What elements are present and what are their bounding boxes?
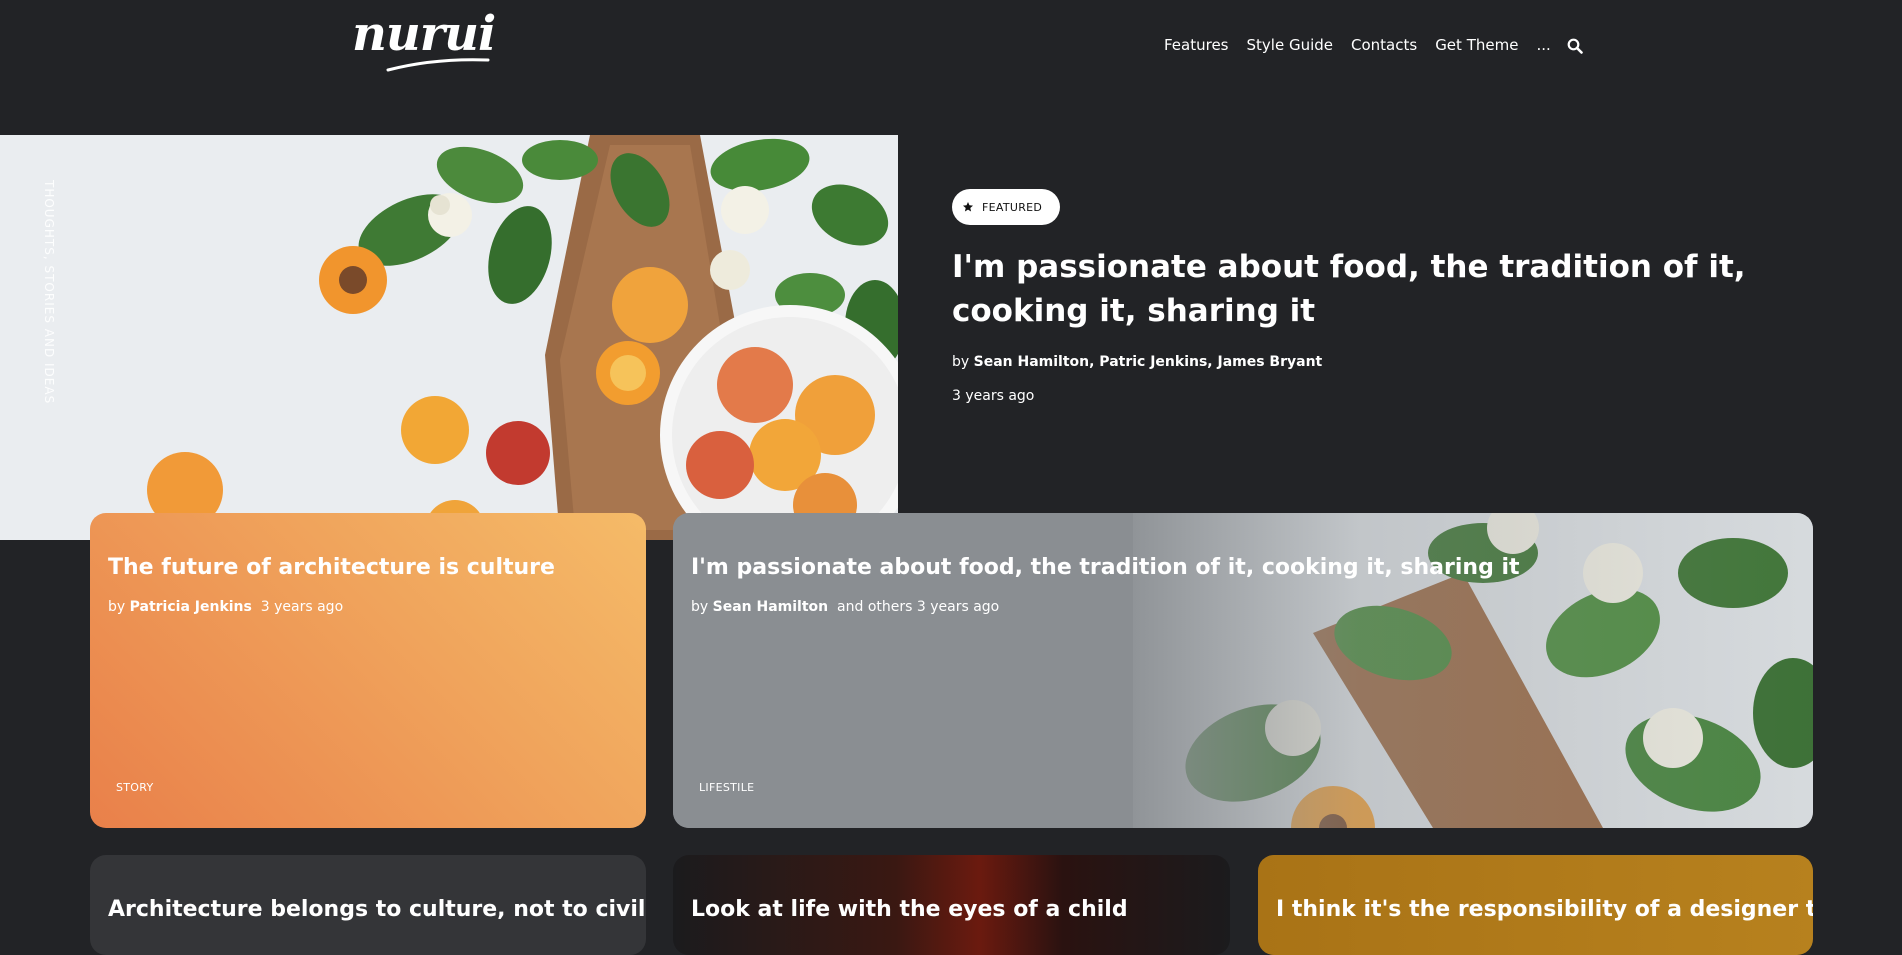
card-meta: by Sean Hamilton and others 3 years ago <box>691 599 999 615</box>
search-icon[interactable] <box>1567 38 1583 54</box>
hero-authors[interactable]: Sean Hamilton, Patric Jenkins, James Bry… <box>974 354 1323 370</box>
hero-byline: by Sean Hamilton, Patric Jenkins, James … <box>952 354 1322 370</box>
featured-badge: FEATURED <box>952 189 1060 225</box>
hero-image[interactable] <box>0 135 898 540</box>
card-author[interactable]: Sean Hamilton <box>713 599 829 615</box>
post-card-story[interactable]: The future of architecture is culture by… <box>90 513 646 828</box>
site-header: nurui Features Style Guide Contacts Get … <box>0 0 1902 100</box>
hero-title[interactable]: I'm passionate about food, the tradition… <box>952 245 1852 333</box>
nav-more[interactable]: ... <box>1536 36 1550 54</box>
food-photo-illustration <box>0 135 898 540</box>
post-card[interactable]: I think it's the responsibility of a des… <box>1258 855 1813 955</box>
hero-by-label: by <box>952 354 970 370</box>
card-tag[interactable]: STORY <box>116 781 154 794</box>
nav-features[interactable]: Features <box>1164 36 1229 54</box>
nav-contacts[interactable]: Contacts <box>1351 36 1417 54</box>
card-title[interactable]: Look at life with the eyes of a child <box>691 895 1128 925</box>
card-meta: by Patricia Jenkins 3 years ago <box>108 599 343 615</box>
card-by-label: by <box>691 599 709 615</box>
card-title[interactable]: Architecture belongs to culture, not to … <box>108 895 646 925</box>
featured-badge-label: FEATURED <box>982 200 1043 214</box>
card-tag[interactable]: LIFESTILE <box>699 781 754 794</box>
nav-get-theme[interactable]: Get Theme <box>1435 36 1518 54</box>
post-card[interactable]: Look at life with the eyes of a child <box>673 855 1230 955</box>
site-tagline: THOUGHTS, STORIES AND IDEAS <box>42 180 56 405</box>
post-card[interactable]: Architecture belongs to culture, not to … <box>90 855 646 955</box>
hero-time: 3 years ago <box>952 388 1035 404</box>
card-title[interactable]: I'm passionate about food, the tradition… <box>691 553 1520 583</box>
card-time: 3 years ago <box>260 599 344 615</box>
card-by-label: by <box>108 599 126 615</box>
logo-swoosh <box>386 58 490 72</box>
site-logo[interactable]: nurui <box>352 6 496 62</box>
card-author[interactable]: Patricia Jenkins <box>130 599 252 615</box>
post-card-lifestyle[interactable]: I'm passionate about food, the tradition… <box>673 513 1813 828</box>
card-title[interactable]: The future of architecture is culture <box>108 553 555 583</box>
card-time: and others 3 years ago <box>837 599 1000 615</box>
star-icon <box>963 202 973 212</box>
nav-style-guide[interactable]: Style Guide <box>1247 36 1334 54</box>
card-title[interactable]: I think it's the responsibility of a des… <box>1276 895 1813 925</box>
main-nav: Features Style Guide Contacts Get Theme … <box>1164 36 1583 54</box>
